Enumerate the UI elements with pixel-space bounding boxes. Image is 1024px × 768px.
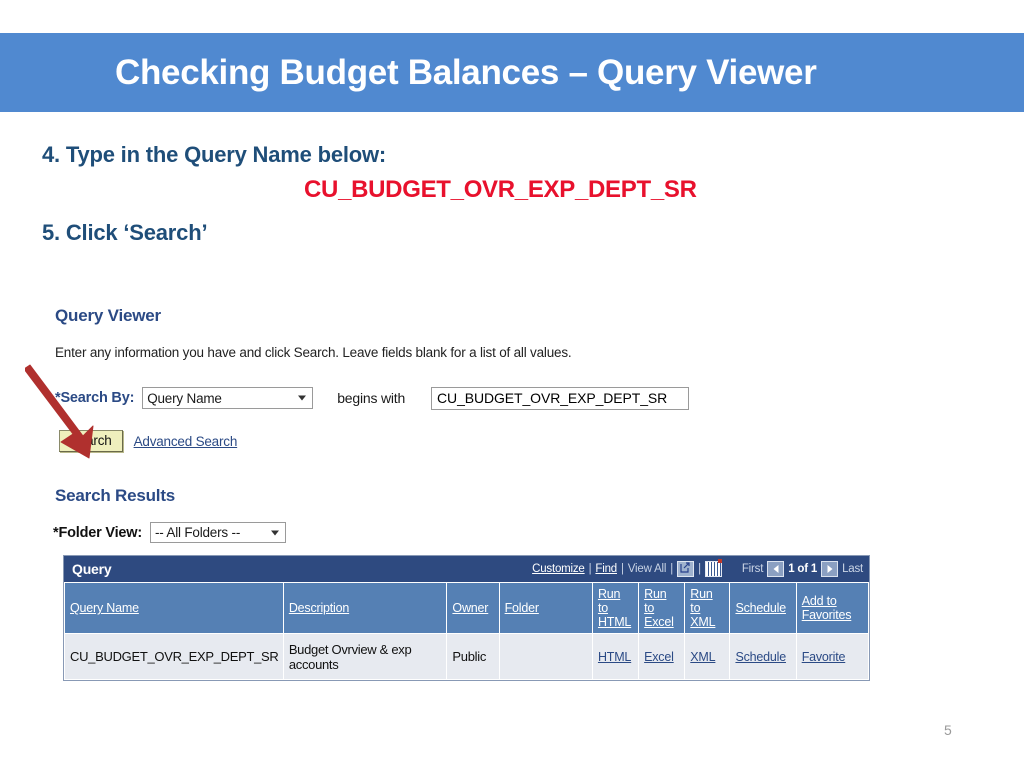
cell-query-name: CU_BUDGET_OVR_EXP_DEPT_SR [64,633,284,680]
cell-favorite: Favorite [795,633,870,680]
chevron-down-icon [298,395,307,401]
column-header-label-line1: Run to [644,587,667,615]
previous-page-arrow-icon[interactable] [767,561,785,577]
search-button[interactable]: Search [59,430,123,452]
column-header-label-line2: Favorites [801,608,852,622]
toolbar-separator: | [698,563,701,575]
chevron-down-icon [271,530,279,535]
folder-view-label: *Folder View: [53,524,142,541]
grid-titlebar: Query Customize | Find | View All | | Fi… [64,556,869,582]
column-header-label-line2: XML [690,615,716,629]
view-all-link[interactable]: View All [628,563,667,575]
search-by-row: *Search By: Query Name begins with CU_BU… [55,386,690,410]
pager-last-label[interactable]: Last [842,563,863,575]
column-header-label-line2: HTML [597,615,632,629]
search-by-selected-value: Query Name [147,390,222,406]
cell-run-to-html: HTML [591,633,640,680]
pager-first-label[interactable]: First [742,563,764,575]
column-header-label-line2: Excel [644,615,674,629]
cell-schedule: Schedule [729,633,797,680]
table-row: CU_BUDGET_OVR_EXP_DEPT_SR Budget Ovrview… [64,633,870,680]
spreadsheet-grid-icon[interactable] [704,559,722,577]
search-value-input[interactable]: CU_BUDGET_OVR_EXP_DEPT_SR [431,386,690,410]
search-value-text: CU_BUDGET_OVR_EXP_DEPT_SR [437,390,668,406]
instruction-step-5: 5. Click ‘Search’ [42,220,208,245]
column-header-folder[interactable]: Folder [498,582,593,634]
instruction-block: 4. Type in the Query Name below: CU_BUDG… [42,140,982,248]
pager-count: 1 of 1 [788,563,818,575]
column-header-run-to-html[interactable]: Run to HTML [591,582,640,634]
column-header-label-line1: Add to [801,594,837,608]
toolbar-separator: | [670,563,674,575]
query-viewer-screenshot: Query Viewer Enter any information you h… [0,292,1024,712]
cell-description: Budget Ovrview & exp accounts [282,633,448,680]
column-header-schedule[interactable]: Schedule [729,582,797,634]
find-link[interactable]: Find [595,563,617,575]
search-by-label: *Search By: [55,390,135,406]
search-results-heading: Search Results [55,486,176,505]
grid-title: Query [72,561,112,577]
schedule-link[interactable]: Schedule [735,650,786,664]
table-header-row: Query Name Description Owner Folder Run … [64,582,870,634]
query-name-callout: CU_BUDGET_OVR_EXP_DEPT_SR [304,176,697,203]
run-to-excel-link[interactable]: Excel [644,650,674,664]
column-header-label: Description [288,601,350,615]
slide-page-number: 5 [944,722,952,738]
folder-view-row: *Folder View: -- All Folders -- [53,522,286,543]
search-results-grid: Query Customize | Find | View All | | Fi… [63,555,870,681]
search-by-select[interactable]: Query Name [142,387,314,409]
query-viewer-instruction: Enter any information you have and click… [55,345,572,360]
cell-folder [498,633,593,680]
instruction-step-4: 4. Type in the Query Name below: [42,142,387,167]
customize-link[interactable]: Customize [532,563,585,575]
next-page-arrow-icon[interactable] [821,561,839,577]
folder-view-selected-value: -- All Folders -- [155,525,241,540]
column-header-label: Folder [504,601,539,615]
download-to-excel-icon[interactable] [677,561,695,577]
column-header-add-to-favorites[interactable]: Add to Favorites [795,582,870,634]
grid-toolbar: Customize | Find | View All | | First 1 … [532,559,863,577]
column-header-run-to-xml[interactable]: Run to XML [684,582,731,634]
column-header-owner[interactable]: Owner [446,582,500,634]
toolbar-separator: | [588,563,592,575]
operator-label: begins with [337,390,406,406]
grid-pager: First 1 of 1 Last [742,561,863,577]
search-button-row: Search Advanced Search [59,430,237,452]
cell-run-to-xml: XML [684,633,731,680]
page-title: Checking Budget Balances – Query Viewer [115,52,817,92]
column-header-query-name[interactable]: Query Name [64,582,284,634]
column-header-description[interactable]: Description [282,582,448,634]
advanced-search-link[interactable]: Advanced Search [134,434,238,449]
column-header-run-to-excel[interactable]: Run to Excel [638,582,686,634]
query-viewer-heading: Query Viewer [55,306,161,325]
cell-run-to-excel: Excel [638,633,686,680]
column-header-label-line1: Run to [690,587,713,615]
toolbar-separator: | [621,563,624,575]
results-table: Query Name Description Owner Folder Run … [64,582,870,680]
run-to-html-link[interactable]: HTML [598,650,631,664]
column-header-label: Query Name [70,601,139,615]
column-header-label: Owner [452,601,489,615]
slide-title-banner: Checking Budget Balances – Query Viewer [0,33,1024,112]
column-header-label: Schedule [735,601,786,615]
favorite-link[interactable]: Favorite [802,650,846,664]
run-to-xml-link[interactable]: XML [690,650,715,664]
folder-view-select[interactable]: -- All Folders -- [150,522,286,543]
cell-owner: Public [446,633,500,680]
column-header-label-line1: Run to [597,587,621,615]
